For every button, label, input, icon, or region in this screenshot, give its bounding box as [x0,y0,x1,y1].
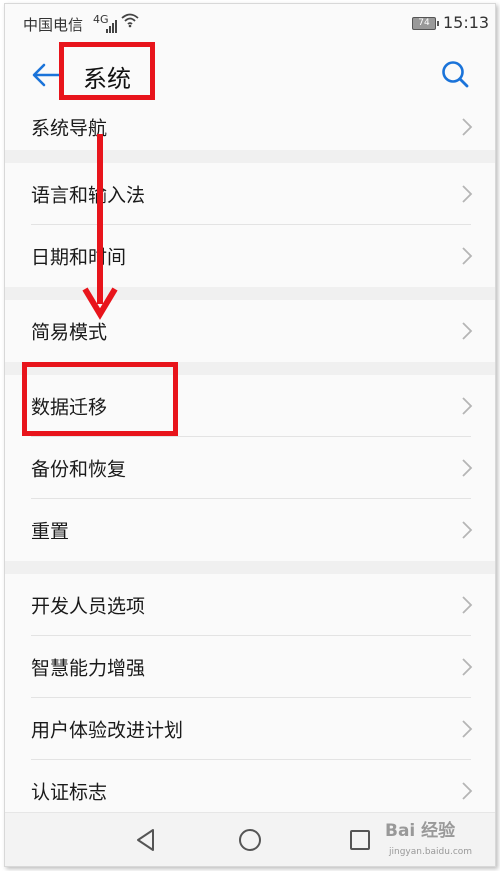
status-bar: 中国电信 4G 74 15:13 [5,4,495,42]
chevron-right-icon [462,397,473,415]
settings-item[interactable]: 简易模式 [5,300,495,362]
watermark-brand: Bai 经验 [385,821,456,841]
app-bar: 系统 [5,42,495,104]
battery-level: 74 [418,18,430,28]
settings-item[interactable]: 用户体验改进计划 [5,698,495,760]
arrow-left-icon[interactable] [29,58,63,92]
group-separator [5,287,495,300]
settings-item-label: 重置 [31,520,70,543]
settings-item-label: 开发人员选项 [31,595,146,618]
wifi-icon [121,13,139,28]
data-migration-highlight-box [22,362,178,436]
settings-list: 系统导航 语言和输入法 日期和时间 简易模式 数据迁移 备份和恢复 重置 开发人员选项 智慧能力… [5,104,495,822]
settings-item-label: 用户体验改进计划 [31,719,184,742]
settings-item-label: 简易模式 [31,321,108,344]
settings-item[interactable]: 开发人员选项 [5,574,495,636]
carrier-name: 中国电信 [23,16,84,34]
watermark-url: jingyan.baidu.com [389,847,473,857]
settings-item[interactable]: 重置 [5,499,495,561]
chevron-right-icon [462,459,473,477]
group-separator [5,561,495,574]
settings-item[interactable]: 系统导航 [5,104,495,150]
group-separator [5,150,495,163]
chevron-right-icon [462,521,473,539]
chevron-right-icon [462,322,473,340]
nav-back-icon[interactable] [133,827,159,853]
settings-item-label: 备份和恢复 [31,458,127,481]
chevron-right-icon [462,185,473,203]
settings-item-label: 认证标志 [31,781,108,804]
chevron-right-icon [462,118,473,136]
battery-icon: 74 [412,17,439,30]
signal-icon [106,15,118,33]
settings-item-label: 语言和输入法 [31,184,146,207]
chevron-right-icon [462,247,473,265]
screenshot-frame: 中国电信 4G 74 15:13 系统 系统导航 语言和输入法 日期和时间 简易模式数… [4,3,496,867]
settings-item-label: 日期和时间 [31,246,127,269]
settings-item[interactable]: 备份和恢复 [5,437,495,499]
settings-item-label: 系统导航 [31,117,108,140]
settings-item-label: 智慧能力增强 [31,657,146,680]
settings-item[interactable]: 智慧能力增强 [5,636,495,698]
settings-item[interactable]: 语言和输入法 [5,163,495,225]
clock: 15:13 [443,13,490,32]
search-icon[interactable] [439,58,471,90]
title-highlight-box [59,42,155,100]
chevron-right-icon [462,720,473,738]
chevron-right-icon [462,782,473,800]
nav-home-icon[interactable] [237,827,263,853]
chevron-right-icon [462,658,473,676]
chevron-right-icon [462,596,473,614]
nav-recent-icon[interactable] [347,827,373,853]
settings-item[interactable]: 日期和时间 [5,225,495,287]
